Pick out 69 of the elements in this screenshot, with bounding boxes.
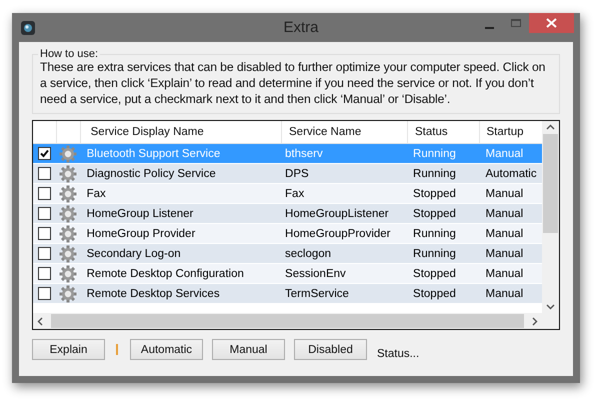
table-cell-text: HomeGroupListener xyxy=(284,206,390,222)
table-row[interactable]: HomeGroup Provider HomeGroupProvider Running Manual xyxy=(33,224,542,244)
table-cell-text: Manual xyxy=(484,246,524,262)
gear-icon xyxy=(58,244,77,262)
vertical-scrollbar[interactable] xyxy=(542,121,559,313)
column-header[interactable]: Startup xyxy=(480,121,542,143)
checkbox[interactable] xyxy=(38,147,52,160)
gear-icon xyxy=(58,184,77,202)
table-cell-text: TermService xyxy=(284,286,350,302)
table-cell-text: Manual xyxy=(484,266,524,282)
table-row[interactable]: Remote Desktop Configuration SessionEnv Stopped Manual xyxy=(33,264,542,284)
table-row[interactable]: Secondary Log-on seclogon Running Manual xyxy=(33,244,542,264)
table-cell-text: Running xyxy=(412,226,457,242)
close-button[interactable] xyxy=(528,13,574,33)
table-row[interactable]: HomeGroup Listener HomeGroupListener Stopped Manual xyxy=(33,204,542,224)
checkbox[interactable] xyxy=(38,267,52,280)
gear-icon xyxy=(58,284,77,302)
table-cell-text: Manual xyxy=(484,146,524,162)
action-button[interactable]: Automatic xyxy=(130,339,203,360)
gear-icon xyxy=(58,264,77,282)
checkbox[interactable] xyxy=(38,287,52,300)
table-cell-text: Manual xyxy=(484,226,524,242)
table-cell-text: Manual xyxy=(484,286,524,302)
table-cell-text: HomeGroupProvider xyxy=(284,226,392,242)
status-text: Status... xyxy=(377,348,420,360)
table-cell-text: bthserv xyxy=(284,146,324,162)
checkbox[interactable] xyxy=(38,227,52,240)
checkbox[interactable] xyxy=(38,247,52,260)
table-cell-text: Running xyxy=(412,166,457,182)
table-row[interactable]: Remote Desktop Services TermService Stopped Manual xyxy=(33,284,542,304)
action-button[interactable]: Disabled xyxy=(294,339,367,360)
table-cell-text: Secondary Log-on xyxy=(86,246,182,262)
help-text: These are extra services that can be disabled to further optimize your computer speed. Click on a service, then click ‘Explain’ to read and determine if you need the service or not. If you don’t need a service, put a checkmark next to it and then click ‘Manual’ or ‘Disable’. xyxy=(40,59,546,107)
table-cell-text: Stopped xyxy=(412,286,457,302)
checkbox[interactable] xyxy=(38,187,52,200)
window-title: Extra xyxy=(282,19,318,36)
gear-icon xyxy=(58,224,77,242)
table-cell-text: Manual xyxy=(484,206,524,222)
column-header[interactable]: Status xyxy=(408,121,480,143)
action-button[interactable]: Manual xyxy=(212,339,285,360)
table-cell-text: Manual xyxy=(484,186,524,202)
table-cell-text: HomeGroup Listener xyxy=(86,206,194,222)
table-cell-text: HomeGroup Provider xyxy=(86,226,196,242)
table-cell-text: Remote Desktop Configuration xyxy=(86,266,245,282)
gear-icon xyxy=(58,164,77,182)
table-row[interactable]: Diagnostic Policy Service DPS Running Automatic xyxy=(33,164,542,184)
table-cell-text: Running xyxy=(412,146,457,162)
table-cell-text: Automatic xyxy=(484,166,538,182)
table-cell-text: Stopped xyxy=(412,266,457,282)
table-cell-text: Stopped xyxy=(412,206,457,222)
table-cell-text: Running xyxy=(412,246,457,262)
checkbox[interactable] xyxy=(38,167,52,180)
table-row[interactable]: Fax Fax Stopped Manual xyxy=(33,184,542,204)
table-cell-text: DPS xyxy=(284,166,310,182)
table-cell-text: Fax xyxy=(284,186,306,202)
gear-icon xyxy=(58,204,77,222)
table-cell-text: Stopped xyxy=(412,186,457,202)
table-cell-text: SessionEnv xyxy=(284,266,347,282)
table-cell-text: Diagnostic Policy Service xyxy=(86,166,217,182)
table-cell-text: Fax xyxy=(86,186,107,202)
table-cell-text: seclogon xyxy=(284,246,332,262)
table-cell-text: Bluetooth Support Service xyxy=(86,146,222,162)
checkbox[interactable] xyxy=(38,207,52,220)
app-icon xyxy=(21,20,35,34)
column-header[interactable]: Service Display Name xyxy=(80,121,282,143)
column-header[interactable]: Service Name xyxy=(282,121,408,143)
group-legend: How to use: xyxy=(38,48,100,60)
explain-button[interactable]: Explain xyxy=(32,339,105,360)
table-cell-text: Remote Desktop Services xyxy=(86,286,221,302)
